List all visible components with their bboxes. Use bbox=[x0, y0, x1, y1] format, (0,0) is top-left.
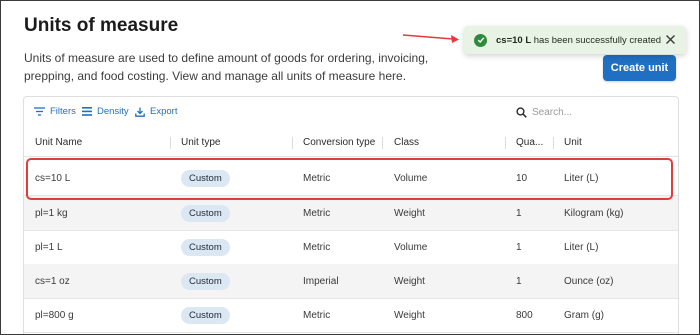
cell-quantity: 10 bbox=[516, 172, 528, 184]
table-row[interactable]: cs=10 L Custom Metric Volume 10 Liter (L… bbox=[24, 161, 678, 196]
table-toolbar: Filters Density Export bbox=[24, 97, 678, 127]
export-icon bbox=[135, 107, 145, 117]
column-separator[interactable] bbox=[382, 137, 383, 149]
cell-class: Weight bbox=[394, 207, 425, 219]
column-header-unit-type[interactable]: Unit type bbox=[181, 129, 220, 156]
density-label: Density bbox=[97, 106, 129, 117]
cell-conversion-type: Metric bbox=[303, 241, 331, 253]
cell-unit-name: pl=1 kg bbox=[35, 207, 68, 219]
export-label: Export bbox=[150, 106, 178, 117]
cell-unit: Liter (L) bbox=[564, 172, 599, 184]
page-title: Units of measure bbox=[24, 15, 179, 36]
column-separator[interactable] bbox=[553, 137, 554, 149]
filters-button[interactable]: Filters bbox=[34, 106, 76, 117]
cell-class: Volume bbox=[394, 172, 428, 184]
column-separator[interactable] bbox=[170, 137, 171, 149]
column-header-unit-name[interactable]: Unit Name bbox=[35, 129, 82, 156]
search-box[interactable] bbox=[516, 104, 656, 120]
column-header-class[interactable]: Class bbox=[394, 129, 419, 156]
search-input[interactable] bbox=[532, 106, 642, 118]
filter-icon bbox=[34, 107, 45, 116]
cell-unit-name: pl=800 g bbox=[35, 309, 74, 321]
cell-unit: Kilogram (kg) bbox=[564, 207, 624, 219]
cell-class: Volume bbox=[394, 241, 428, 253]
cell-unit: Ounce (oz) bbox=[564, 275, 614, 287]
cell-unit: Liter (L) bbox=[564, 241, 599, 253]
unit-type-chip: Custom bbox=[181, 204, 230, 222]
table-row[interactable]: cs=1 oz Custom Imperial Weight 1 Ounce (… bbox=[24, 264, 678, 299]
unit-type-chip: Custom bbox=[181, 306, 230, 324]
cell-class: Weight bbox=[394, 309, 425, 321]
unit-type-chip: Custom bbox=[181, 272, 230, 290]
column-header-conversion-type[interactable]: Conversion type bbox=[303, 129, 375, 156]
cell-class: Weight bbox=[394, 275, 425, 287]
export-button[interactable]: Export bbox=[135, 106, 177, 117]
cell-unit: Gram (g) bbox=[564, 309, 604, 321]
cell-conversion-type: Imperial bbox=[303, 275, 339, 287]
cell-unit-name: cs=10 L bbox=[35, 172, 71, 184]
cell-conversion-type: Metric bbox=[303, 172, 331, 184]
check-circle-icon bbox=[474, 33, 487, 47]
close-icon[interactable] bbox=[665, 34, 676, 45]
cell-quantity: 1 bbox=[516, 275, 522, 287]
app-window: Units of measure Units of measure are us… bbox=[0, 0, 700, 335]
cell-quantity: 1 bbox=[516, 207, 522, 219]
cell-conversion-type: Metric bbox=[303, 309, 331, 321]
density-icon bbox=[82, 107, 92, 116]
toast-message-text: has been successfully created bbox=[531, 34, 662, 46]
annotation-arrow bbox=[402, 34, 459, 43]
search-icon bbox=[516, 106, 527, 118]
cell-conversion-type: Metric bbox=[303, 207, 331, 219]
unit-type-chip: Custom bbox=[181, 169, 230, 187]
table-row[interactable]: pl=1 L Custom Metric Volume 1 Liter (L) bbox=[24, 230, 678, 265]
column-header-quantity[interactable]: Qua... bbox=[516, 129, 543, 156]
table-row[interactable]: pl=800 g Custom Metric Weight 800 Gram (… bbox=[24, 298, 678, 333]
filters-label: Filters bbox=[50, 106, 76, 117]
toast-message: cs=10 L has been successfully created bbox=[496, 35, 661, 46]
cell-quantity: 1 bbox=[516, 241, 522, 253]
table-row[interactable]: pl=1 kg Custom Metric Weight 1 Kilogram … bbox=[24, 196, 678, 231]
column-separator[interactable] bbox=[292, 137, 293, 149]
create-unit-button[interactable]: Create unit bbox=[603, 55, 676, 81]
density-button[interactable]: Density bbox=[82, 106, 129, 117]
table-header: Unit Name Unit type Conversion type Clas… bbox=[24, 129, 678, 157]
cell-quantity: 800 bbox=[516, 309, 533, 321]
toast-item-name: cs=10 L bbox=[496, 34, 532, 46]
column-separator[interactable] bbox=[505, 137, 506, 149]
column-header-unit[interactable]: Unit bbox=[564, 129, 582, 156]
page-description: Units of measure are used to define amou… bbox=[24, 51, 429, 83]
cell-unit-name: pl=1 L bbox=[35, 241, 63, 253]
cell-unit-name: cs=1 oz bbox=[35, 275, 70, 287]
unit-type-chip: Custom bbox=[181, 238, 230, 256]
units-table: Filters Density Export Search... Unit Na… bbox=[23, 96, 679, 334]
success-toast: cs=10 L has been successfully created bbox=[464, 26, 686, 54]
